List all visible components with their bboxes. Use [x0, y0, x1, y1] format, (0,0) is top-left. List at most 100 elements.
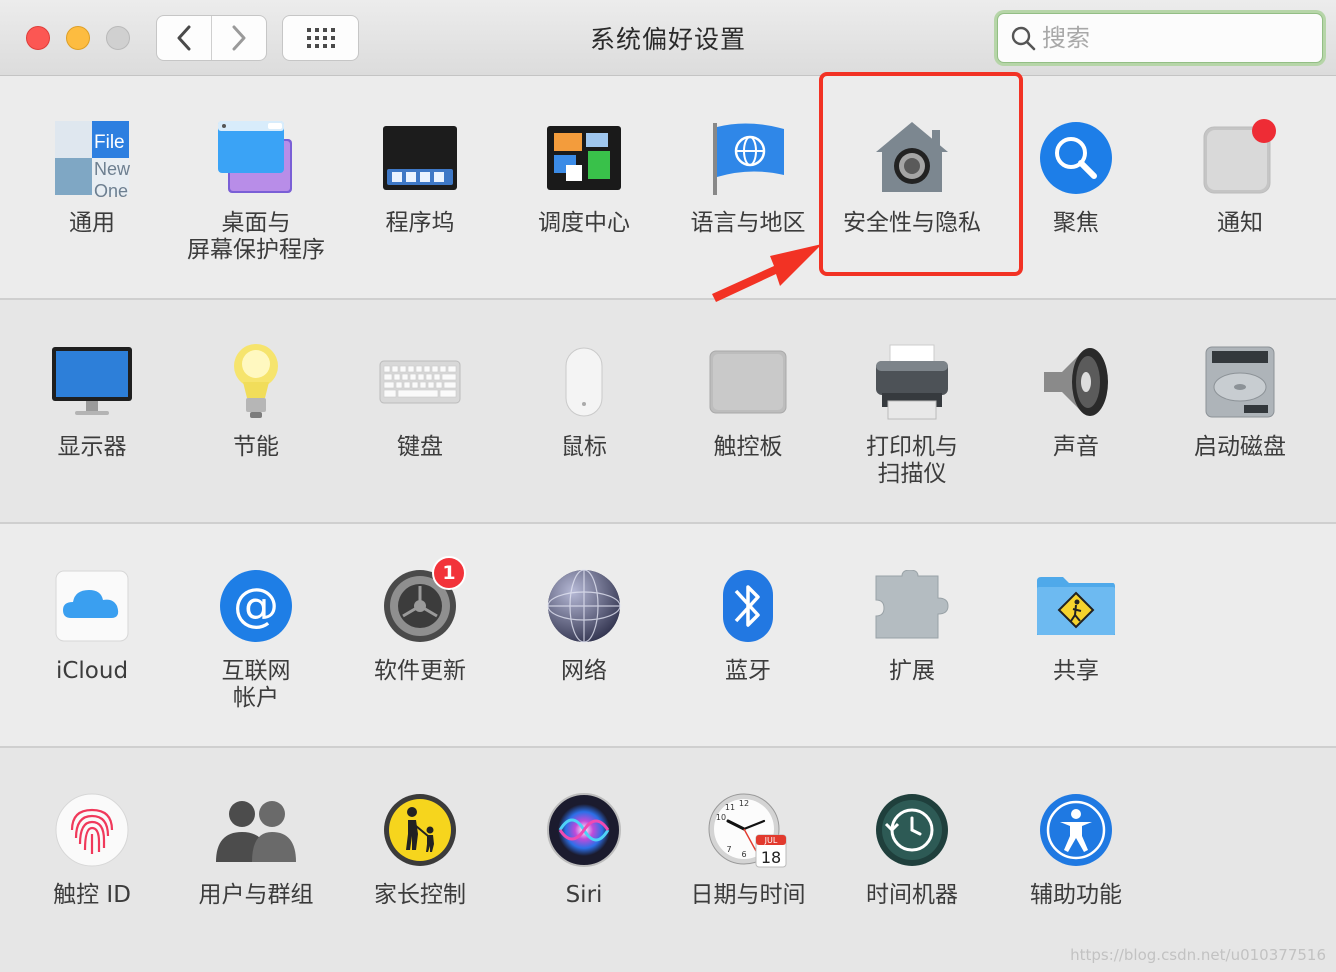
users-groups-icon [214, 788, 298, 872]
svg-text:6: 6 [741, 850, 746, 859]
pref-keyboard[interactable]: 键盘 [338, 340, 502, 540]
zoom-button[interactable] [106, 26, 130, 50]
bluetooth-icon [706, 564, 790, 648]
svg-text:JUL: JUL [764, 836, 778, 845]
pref-trackpad[interactable]: 触控板 [666, 340, 830, 540]
keyboard-icon [378, 340, 462, 424]
touch-id-icon [50, 788, 134, 872]
pref-icloud[interactable]: iCloud [10, 564, 174, 764]
close-button[interactable] [26, 26, 50, 50]
energy-saver-icon [214, 340, 298, 424]
extensions-icon [870, 564, 954, 648]
pref-bluetooth[interactable]: 蓝牙 [666, 564, 830, 764]
software-update-icon: 1 [378, 556, 466, 648]
annotation-arrow-icon [712, 244, 822, 302]
pref-label: Siri [565, 882, 603, 908]
date-time-icon: 12 11 10 7 6 JUL 18 [706, 788, 790, 872]
pref-energy-saver[interactable]: 节能 [174, 340, 338, 540]
pref-startup-disk[interactable]: 启动磁盘 [1158, 340, 1322, 540]
pref-label: 调度中心 [538, 210, 630, 236]
search-focus-ring [994, 10, 1326, 66]
grid-icon [306, 28, 335, 48]
svg-text:One: One [94, 181, 128, 197]
svg-text:11: 11 [725, 803, 735, 812]
svg-text:New: New [94, 159, 131, 179]
pref-general[interactable]: File New One 通用 [10, 116, 174, 316]
internet-accounts-icon: @ [214, 564, 298, 648]
startup-disk-icon [1198, 340, 1282, 424]
pref-sharing[interactable]: 共享 [994, 564, 1158, 764]
pref-printers-scanners[interactable]: 打印机与 扫描仪 [830, 340, 994, 540]
pref-mouse[interactable]: 鼠标 [502, 340, 666, 540]
pref-network[interactable]: 网络 [502, 564, 666, 764]
pref-label: 聚焦 [1053, 210, 1099, 236]
svg-text:12: 12 [739, 799, 749, 808]
pref-desktop-screensaver[interactable]: 桌面与 屏幕保护程序 [174, 116, 338, 316]
language-region-icon [706, 116, 790, 200]
pref-label: 共享 [1053, 658, 1099, 684]
trackpad-icon [706, 340, 790, 424]
pref-sound[interactable]: 声音 [994, 340, 1158, 540]
pref-label: 启动磁盘 [1194, 434, 1286, 460]
pref-label: 键盘 [397, 434, 443, 460]
search-input[interactable] [1040, 23, 1304, 53]
pref-siri[interactable]: Siri [502, 788, 666, 972]
pref-touch-id[interactable]: 触控 ID [10, 788, 174, 972]
search-icon [1011, 26, 1036, 51]
pref-time-machine[interactable]: 时间机器 [830, 788, 994, 972]
pref-date-time[interactable]: 12 11 10 7 6 JUL 18 日期与时间 [666, 788, 830, 972]
general-icon: File New One [50, 116, 134, 200]
pref-label: 互联网 帐户 [221, 658, 291, 711]
displays-icon [50, 340, 134, 424]
preferences-row-personal: File New One 通用 桌面与 屏幕保护程序 程序坞 调度中心 语言与地… [0, 76, 1336, 300]
svg-text:File: File [94, 132, 125, 153]
icloud-icon [50, 564, 134, 648]
network-icon [542, 564, 626, 648]
sound-icon [1034, 340, 1118, 424]
desktop-screensaver-icon [214, 116, 298, 200]
chevron-left-icon [177, 25, 191, 51]
pref-label: 鼠标 [561, 434, 607, 460]
accessibility-icon [1034, 788, 1118, 872]
preferences-row-system: 触控 ID 用户与群组 家长控制 Siri 12 11 10 7 6 JUL 1… [0, 748, 1336, 972]
pref-label: 通知 [1217, 210, 1263, 236]
show-all-button[interactable] [282, 15, 359, 61]
pref-label: 桌面与 屏幕保护程序 [187, 210, 325, 263]
pref-label: 用户与群组 [198, 882, 314, 908]
pref-notifications[interactable]: 通知 [1158, 116, 1322, 316]
sharing-icon [1034, 564, 1118, 648]
printers-scanners-icon [870, 340, 954, 424]
minimize-button[interactable] [66, 26, 90, 50]
pref-label: 程序坞 [385, 210, 455, 236]
pref-internet-accounts[interactable]: @ 互联网 帐户 [174, 564, 338, 764]
svg-text:7: 7 [726, 845, 731, 854]
pref-label: 打印机与 扫描仪 [866, 434, 958, 487]
search-field[interactable] [997, 13, 1323, 63]
pref-label: 时间机器 [866, 882, 958, 908]
update-count-badge: 1 [432, 556, 466, 590]
spotlight-icon [1034, 116, 1118, 200]
back-button[interactable] [157, 16, 211, 60]
preferences-row-internet: iCloud @ 互联网 帐户 1 软件更新 网络 蓝牙 扩展 共享 [0, 524, 1336, 748]
pref-label: iCloud [55, 658, 129, 684]
pref-mission-control[interactable]: 调度中心 [502, 116, 666, 316]
forward-button[interactable] [211, 16, 266, 60]
mission-control-icon [542, 116, 626, 200]
pref-label: 网络 [561, 658, 607, 684]
parental-controls-icon [378, 788, 462, 872]
pref-displays[interactable]: 显示器 [10, 340, 174, 540]
svg-text:@: @ [233, 578, 279, 632]
pref-dock[interactable]: 程序坞 [338, 116, 502, 316]
pref-label: 触控板 [713, 434, 783, 460]
svg-text:18: 18 [761, 848, 781, 867]
pref-parental-controls[interactable]: 家长控制 [338, 788, 502, 972]
siri-icon [542, 788, 626, 872]
time-machine-icon [870, 788, 954, 872]
pref-extensions[interactable]: 扩展 [830, 564, 994, 764]
pref-label: 显示器 [57, 434, 127, 460]
pref-label: 触控 ID [53, 882, 131, 908]
mouse-icon [542, 340, 626, 424]
pref-accessibility[interactable]: 辅助功能 [994, 788, 1158, 972]
pref-users-groups[interactable]: 用户与群组 [174, 788, 338, 972]
pref-software-update[interactable]: 1 软件更新 [338, 556, 502, 764]
